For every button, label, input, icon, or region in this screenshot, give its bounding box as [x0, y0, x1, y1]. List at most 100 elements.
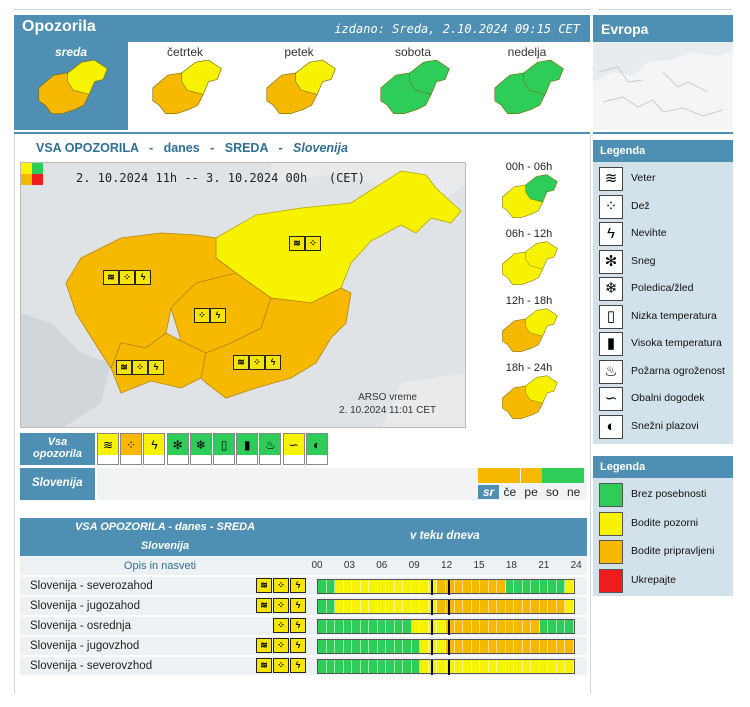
slovenia-mini-map — [38, 59, 108, 115]
timeline-segment — [488, 600, 498, 613]
legend-level: Ukrepajte — [599, 568, 729, 593]
period-map-3[interactable]: 18h - 24h — [470, 361, 588, 427]
timeline-segment — [556, 620, 566, 633]
period-mini-map — [502, 174, 558, 218]
type-filter-fire[interactable]: ♨ — [259, 433, 282, 465]
legend-levels: Brez posebnosti Bodite pozorni Bodite prip… — [593, 478, 733, 596]
day-select-ne[interactable]: ne — [563, 485, 584, 499]
table-row[interactable]: Slovenija - jugozahod ≋ ⁘ ϟ — [20, 597, 587, 616]
row-name[interactable]: Slovenija - jugozahod — [30, 600, 140, 612]
timeline-segment — [539, 640, 549, 653]
timeline-segment — [377, 580, 387, 593]
timeline-segment — [505, 600, 515, 613]
type-filter-thunderstorm[interactable]: ϟ — [143, 433, 166, 465]
day-level-0[interactable] — [478, 468, 499, 483]
europe-title[interactable]: Evropa — [593, 15, 733, 42]
day-level-1[interactable] — [499, 468, 521, 483]
table-row[interactable]: Slovenija - osrednja ⁘ ϟ — [20, 617, 587, 636]
timeline-segment — [548, 580, 557, 593]
period-map-1[interactable]: 06h - 12h — [470, 227, 588, 293]
subtitle-dash: - — [148, 141, 154, 155]
europe-map[interactable] — [593, 42, 733, 130]
now-marker — [431, 620, 433, 635]
timeline-segment — [377, 640, 387, 653]
type-row-title: Vsa opozorila — [20, 433, 95, 465]
timeline-segment — [514, 580, 523, 593]
row-name[interactable]: Slovenija - severozahod — [30, 580, 153, 592]
wind-icon: ≋ — [604, 170, 618, 187]
timeline-segment — [514, 620, 523, 633]
timeline-segment — [556, 600, 566, 613]
legend-title: Legenda — [593, 140, 733, 162]
timeline-segment — [386, 620, 395, 633]
timeline-segment — [497, 640, 506, 653]
row-name[interactable]: Slovenija - osrednja — [30, 620, 131, 632]
period-map-2[interactable]: 12h - 18h — [470, 294, 588, 360]
wind-icon: ≋ — [289, 236, 305, 251]
timeline-segment — [326, 640, 336, 653]
type-filter-high-temp[interactable]: ▮ — [236, 433, 259, 465]
day-select-če[interactable]: če — [499, 485, 520, 499]
timeline-bar — [317, 599, 575, 615]
day-tab-3[interactable]: sobota — [356, 42, 470, 130]
timeline-segment — [335, 640, 344, 653]
timeline-segment — [531, 640, 540, 653]
hour-tick: 18 — [505, 560, 517, 571]
timeline-segment — [454, 580, 464, 593]
desc-column-link[interactable]: Opis in nasveti — [20, 560, 300, 572]
timeline-segment — [403, 660, 412, 673]
timeline-segment — [556, 640, 566, 653]
now-marker — [448, 620, 450, 635]
timeline-segment — [454, 640, 464, 653]
timeline-segment — [463, 580, 472, 593]
rain-icon: ⁘ — [132, 360, 148, 375]
type-filter-rain[interactable]: ⁘ — [120, 433, 143, 465]
table-header: VSA OPOZORILA - danes - SREDA Slovenija … — [20, 518, 587, 556]
day-select-so[interactable]: so — [542, 485, 563, 499]
type-filter-wind[interactable]: ≋ — [97, 433, 119, 465]
timeline-segment — [539, 580, 549, 593]
period-mini-map — [502, 308, 558, 352]
day-tab-1[interactable]: četrtek — [128, 42, 242, 130]
timeline-segment — [420, 620, 429, 633]
table-row[interactable]: Slovenija - jugovzhod ≋ ⁘ ϟ — [20, 637, 587, 656]
day-tab-2[interactable]: petek — [242, 42, 356, 130]
day-level-4[interactable] — [563, 468, 585, 483]
row-name[interactable]: Slovenija - severovzhod — [30, 660, 152, 672]
map-icons-central: ⁘ ϟ — [194, 305, 226, 323]
timeline-segment — [522, 640, 532, 653]
wind-icon: ≋ — [256, 638, 272, 653]
period-map-0[interactable]: 00h - 06h — [470, 160, 588, 226]
table-row[interactable]: Slovenija - severovzhod ≋ ⁘ ϟ — [20, 657, 587, 676]
timeline-segment — [497, 620, 506, 633]
now-marker — [448, 580, 450, 595]
legend-label: Dež — [631, 199, 650, 212]
type-filter-ice[interactable]: ❄ — [189, 433, 212, 465]
row-name[interactable]: Slovenija - jugovzhod — [30, 640, 139, 652]
day-tab-4[interactable]: nedelja — [470, 42, 584, 130]
rain-icon: ⁘ — [119, 270, 135, 285]
timeline-segment — [531, 600, 540, 613]
map-icons-nw: ≋ ⁘ ϟ — [103, 267, 151, 285]
day-select-sr[interactable]: sr — [478, 485, 499, 499]
legend-label: Snežni plazovi — [631, 419, 699, 432]
type-filter-row: ≋ ⁘ ϟ ✻ ❄ ▯ ▮ ♨ ∽ ◐ — [97, 433, 337, 465]
type-filter-coastal[interactable]: ∽ — [282, 433, 305, 465]
timeline-segment — [326, 600, 336, 613]
day-tab-0[interactable]: sreda — [14, 42, 128, 130]
legend-label: Požarna ogroženost — [631, 364, 725, 377]
warning-map[interactable]: 2. 10.2024 11h -- 3. 10.2024 00h (CET) A… — [20, 162, 466, 428]
type-filter-snow[interactable]: ✻ — [166, 433, 189, 465]
timeline-segment — [360, 600, 370, 613]
timeline-segment — [369, 620, 378, 633]
day-select-pe[interactable]: pe — [521, 485, 542, 499]
table-row[interactable]: Slovenija - severozahod ≋ ⁘ ϟ — [20, 577, 587, 596]
credit-name: ARSO vreme — [358, 392, 417, 403]
type-filter-low-temp[interactable]: ▯ — [213, 433, 235, 465]
timeline-segment — [471, 600, 481, 613]
timeline-segment — [411, 580, 421, 593]
timeline-segment — [531, 580, 540, 593]
day-level-2[interactable] — [520, 468, 542, 483]
day-level-3[interactable] — [541, 468, 563, 483]
type-filter-avalanche[interactable]: ◐ — [305, 433, 328, 465]
